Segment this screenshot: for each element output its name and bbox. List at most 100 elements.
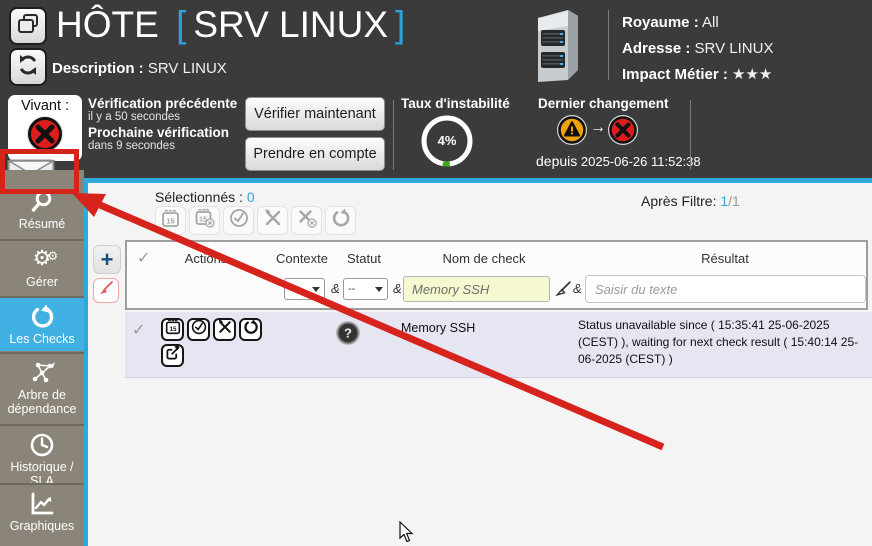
description-label: Description : — [52, 60, 144, 77]
filter-counter: Après Filtre: 1/1 — [641, 193, 740, 209]
and-separator: & — [331, 281, 340, 296]
next-check-value: dans 9 secondes — [88, 140, 237, 152]
gears-icon: ⚙⚙ — [0, 247, 84, 273]
filter-counter-current: 1 — [720, 193, 728, 209]
row-acknowledge-button[interactable] — [187, 318, 210, 341]
sidebar-item-arbre-de-dependance[interactable]: Arbre de dépendance — [0, 352, 84, 423]
sidebar-item-gerer[interactable]: ⚙⚙ Gérer — [0, 239, 84, 295]
check-schedule-block: Vérification précédente il y a 50 second… — [88, 96, 237, 152]
since-label: depuis — [536, 153, 577, 169]
add-filter-button[interactable]: + — [93, 245, 121, 274]
sidebar-item-label: Gérer — [26, 275, 58, 289]
impact-label: Impact Métier : — [622, 66, 728, 83]
last-change-label: Dernier changement — [538, 96, 669, 111]
previous-check-value: il y a 50 secondes — [88, 111, 237, 123]
windows-button[interactable] — [9, 7, 47, 45]
accent-line-vertical — [84, 178, 88, 546]
selected-counter: Sélectionnés : 0 — [155, 189, 255, 205]
host-description: Description : SRV LINUX — [52, 60, 227, 77]
chevron-down-icon — [375, 287, 383, 292]
undo-icon — [331, 208, 351, 233]
refresh-button[interactable] — [9, 48, 47, 86]
sidebar-item-les-checks[interactable]: Les Checks — [0, 296, 84, 351]
check-circle-icon — [229, 208, 249, 233]
address-label: Adresse : — [622, 40, 690, 57]
and-separator: & — [393, 281, 402, 296]
header-divider — [608, 10, 609, 80]
row-check-name: Memory SSH — [401, 321, 475, 335]
column-header-resultat: Résultat — [701, 251, 749, 266]
fix-button[interactable] — [257, 206, 288, 235]
undo-icon — [0, 304, 84, 330]
page-title-hostname: SRV LINUX — [193, 4, 388, 45]
selected-count: 0 — [247, 189, 255, 205]
broom-icon[interactable] — [555, 280, 572, 302]
cancel-fix-button[interactable] — [291, 206, 322, 235]
sidebar-item-label: Les Checks — [9, 332, 74, 346]
host-detail-page: HÔTE [SRV LINUX] Description : SRV LINUX — [0, 0, 872, 546]
address-line: Adresse : SRV LINUX — [622, 36, 773, 62]
context-filter-select[interactable]: -- — [284, 278, 325, 300]
row-schedule-downtime-button[interactable]: 15 — [161, 318, 184, 341]
filter-counter-total: /1 — [728, 193, 740, 209]
host-info-block: Royaume : All Adresse : SRV LINUX Impact… — [622, 10, 773, 88]
sidebar-item-label: Arbre de dépendance — [8, 388, 77, 416]
title-bracket-open: [ — [176, 4, 186, 45]
status-filter-select[interactable]: -- — [343, 278, 388, 300]
cancel-downtime-button[interactable]: 15 — [189, 206, 220, 235]
clear-filters-button[interactable] — [93, 278, 119, 303]
critical-state-icon-small — [607, 114, 639, 151]
row-fix-button[interactable] — [213, 318, 236, 341]
broom-icon — [98, 280, 114, 301]
row-export-button[interactable] — [161, 344, 184, 367]
sidebar-item-label: Résumé — [19, 217, 66, 231]
realm-line: Royaume : All — [622, 10, 773, 36]
title-bracket-close: ] — [395, 4, 405, 45]
sidebar-item-resume[interactable]: Résumé — [0, 183, 84, 238]
next-check-label: Prochaine vérification — [88, 125, 237, 140]
checks-table-header: ✓ Actions Contexte Statut Nom de check R… — [125, 240, 868, 310]
description-value: SRV LINUX — [148, 60, 227, 77]
sidebar-item-graphiques[interactable]: Graphiques — [0, 483, 84, 539]
warning-state-icon — [556, 114, 588, 151]
chart-icon — [0, 491, 84, 517]
row-result-text: Status unavailable since ( 15:35:41 25-0… — [578, 317, 866, 368]
tools-icon — [263, 208, 283, 233]
status-filter-value: -- — [348, 283, 355, 295]
realm-value: All — [702, 14, 719, 31]
sidebar-item-historique-sla[interactable]: Historique / SLA — [0, 424, 84, 482]
clock-icon — [0, 432, 84, 458]
check-now-button[interactable]: Vérifier maintenant — [245, 97, 385, 131]
acknowledge-button[interactable]: Prendre en compte — [245, 137, 385, 171]
recheck-button[interactable] — [325, 206, 356, 235]
mouse-cursor — [399, 521, 415, 543]
check-name-filter-input[interactable] — [403, 276, 550, 302]
share-icon — [165, 345, 181, 366]
calendar-icon: 15 — [165, 319, 181, 340]
realm-label: Royaume : — [622, 14, 699, 31]
row-recheck-button[interactable] — [239, 318, 262, 341]
column-header-actions: Actions — [185, 251, 228, 266]
schedule-downtime-button[interactable]: 15 — [155, 206, 186, 235]
table-row[interactable]: ✓ 15 — [125, 312, 872, 378]
selected-label: Sélectionnés : — [155, 189, 243, 205]
tools-icon — [217, 319, 233, 340]
critical-state-icon — [25, 142, 65, 158]
alive-state-card: Vivant : — [8, 95, 82, 161]
dependency-tree-icon — [0, 360, 84, 386]
flapping-label: Taux d'instabilité — [401, 96, 510, 111]
result-filter-input[interactable] — [585, 275, 866, 303]
flapping-value: 4% — [419, 133, 475, 148]
calendar-day-number: 15 — [169, 326, 177, 333]
since-line: depuis 2025-06-26 11:52:38 — [536, 153, 701, 169]
previous-check-label: Vérification précédente — [88, 96, 237, 111]
row-select-check[interactable]: ✓ — [132, 320, 145, 340]
acknowledge-selection-button[interactable] — [223, 206, 254, 235]
accent-line-horizontal — [84, 178, 872, 183]
state-transition-arrow: → — [590, 119, 606, 137]
check-circle-icon — [191, 319, 207, 340]
unknown-status-icon: ? — [335, 320, 361, 351]
since-value: 2025-06-26 11:52:38 — [581, 154, 701, 169]
select-all-check[interactable]: ✓ — [137, 248, 150, 268]
status-divider-2 — [690, 100, 691, 170]
